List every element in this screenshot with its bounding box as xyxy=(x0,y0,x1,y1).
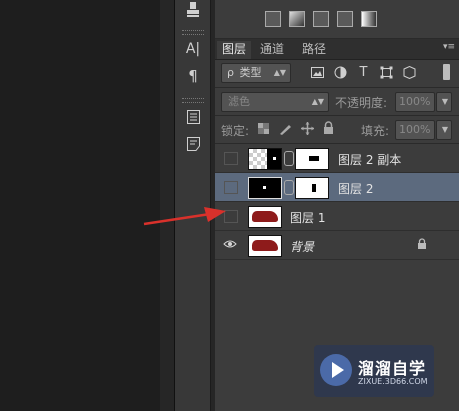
chevron-down-icon: ▼ xyxy=(441,97,448,106)
curves-icon[interactable] xyxy=(313,11,329,27)
fill-value: 100% xyxy=(399,123,431,136)
layer-thumbnail[interactable] xyxy=(248,148,282,170)
visibility-toggle[interactable] xyxy=(224,152,238,165)
layer-mask-thumbnail[interactable] xyxy=(295,148,329,170)
lock-label: 锁定: xyxy=(221,124,250,138)
layer-thumbnail[interactable] xyxy=(248,206,282,228)
filter-type-dropdown[interactable]: ρ 类型 ▲▼ xyxy=(221,63,291,83)
invert-icon[interactable] xyxy=(337,11,353,27)
notes-icon[interactable] xyxy=(182,107,204,127)
opacity-dropdown-button[interactable]: ▼ xyxy=(436,92,452,112)
tab-paths[interactable]: 路径 xyxy=(297,41,331,59)
layer-row[interactable]: 图层 2 副本 xyxy=(215,144,459,173)
layer-name[interactable]: 图层 1 xyxy=(290,209,325,226)
filter-type-label: 类型 xyxy=(239,66,262,79)
blend-mode-value: 滤色 xyxy=(228,95,250,108)
chevron-updown-icon: ▲▼ xyxy=(273,68,286,77)
filter-toggle-switch[interactable] xyxy=(443,64,450,80)
pixel-filter-icon[interactable] xyxy=(311,66,324,79)
visibility-toggle[interactable] xyxy=(224,181,238,194)
character-icon[interactable]: A| xyxy=(182,39,204,59)
lock-icon xyxy=(417,238,427,250)
gradient-icon[interactable] xyxy=(361,11,377,27)
chevron-updown-icon: ▲▼ xyxy=(311,97,324,106)
panel-tabs: 图层 通道 路径 ▾≡ xyxy=(215,39,459,60)
layer-row[interactable]: 背景 xyxy=(215,231,459,260)
layer-name[interactable]: 图层 2 xyxy=(338,180,373,197)
stamp-icon[interactable] xyxy=(182,0,204,20)
opacity-field[interactable]: 100% xyxy=(395,92,435,112)
tab-layers[interactable]: 图层 xyxy=(217,41,252,59)
list-icon[interactable] xyxy=(182,134,204,154)
divider xyxy=(215,87,459,88)
divider xyxy=(215,115,459,116)
layer-thumbnail[interactable] xyxy=(248,235,282,257)
dock-grip[interactable] xyxy=(182,30,204,35)
gradient-map-icon[interactable] xyxy=(289,11,305,27)
layer-name[interactable]: 图层 2 副本 xyxy=(338,151,401,168)
fill-dropdown-button[interactable]: ▼ xyxy=(436,120,452,140)
canvas-area[interactable] xyxy=(0,0,160,411)
tab-channels[interactable]: 通道 xyxy=(255,41,289,59)
lock-transparent-icon[interactable] xyxy=(258,123,269,134)
fill-label: 填充: xyxy=(361,124,390,138)
opacity-value: 100% xyxy=(399,95,431,108)
layer-row[interactable]: 图层 2 xyxy=(215,173,459,202)
watermark-url: ZIXUE.3D66.COM xyxy=(358,377,428,386)
smart-object-filter-icon[interactable] xyxy=(403,65,416,80)
fill-field[interactable]: 100% xyxy=(395,120,435,140)
lock-all-icon[interactable] xyxy=(323,121,334,134)
layer-mask-thumbnail[interactable] xyxy=(295,177,329,199)
layer-thumbnail[interactable] xyxy=(248,177,282,199)
paragraph-icon[interactable]: ¶ xyxy=(182,66,204,86)
watermark-logo-icon xyxy=(320,354,352,386)
blend-mode-dropdown[interactable]: 滤色 ▲▼ xyxy=(221,92,329,112)
shape-filter-icon[interactable] xyxy=(380,66,393,79)
annotation-arrow xyxy=(143,207,226,226)
type-filter-icon[interactable]: T xyxy=(357,66,370,79)
adjustment-filter-icon[interactable] xyxy=(334,66,347,79)
dock-grip[interactable] xyxy=(182,98,204,103)
layer-row[interactable]: 图层 1 xyxy=(215,202,459,231)
chevron-down-icon: ▼ xyxy=(441,125,448,134)
link-icon[interactable] xyxy=(284,151,294,166)
layer-name[interactable]: 背景 xyxy=(290,238,314,255)
link-icon[interactable] xyxy=(284,180,294,195)
watermark-title: 溜溜自学 xyxy=(358,359,427,378)
search-icon: ρ xyxy=(227,66,234,79)
watermark: 溜溜自学 ZIXUE.3D66.COM xyxy=(314,345,434,397)
brightness-icon[interactable] xyxy=(265,11,281,27)
lock-pixels-icon[interactable] xyxy=(279,122,292,135)
lock-position-icon[interactable] xyxy=(301,122,314,135)
eye-icon[interactable] xyxy=(223,238,237,252)
opacity-label: 不透明度: xyxy=(335,96,388,110)
panel-menu-icon[interactable]: ▾≡ xyxy=(443,42,455,52)
adjustments-bar xyxy=(215,0,459,39)
